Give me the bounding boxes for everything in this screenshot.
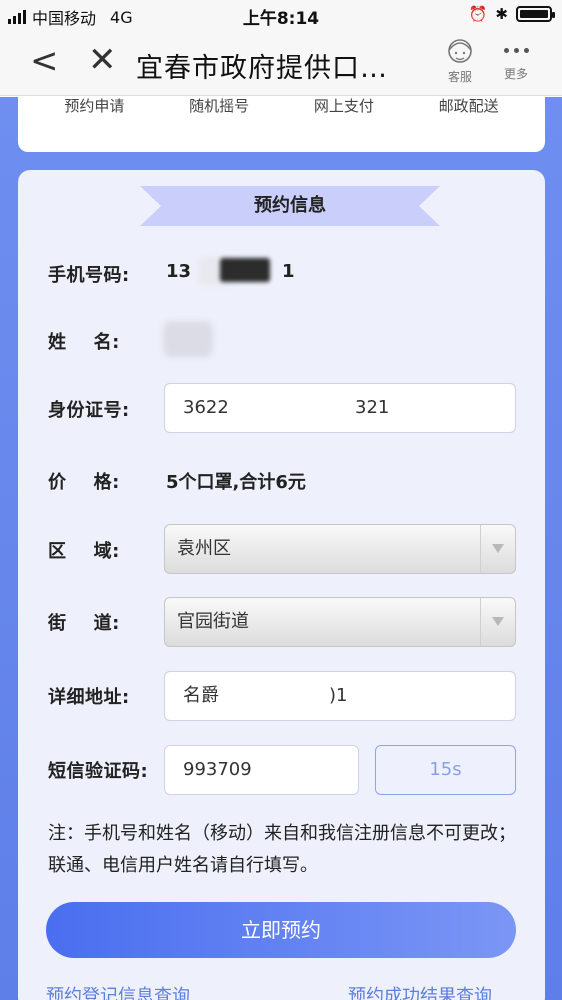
id-number-label: 身份证号: xyxy=(48,400,130,421)
customer-service-button[interactable]: 客服 xyxy=(440,36,480,85)
redaction-mark xyxy=(220,258,270,282)
resend-countdown-button[interactable]: 15s xyxy=(375,745,516,795)
steps-row: 预约申请 随机摇号 网上支付 邮政配送 xyxy=(18,95,545,116)
nav-bar: < ✕ 宜春市政府提供口… 客服 更多 xyxy=(0,30,562,96)
close-icon[interactable]: ✕ xyxy=(88,43,117,77)
step-payment: 网上支付 xyxy=(313,97,374,115)
section-title: 预约信息 xyxy=(140,186,440,226)
select-divider xyxy=(480,598,481,646)
submit-reservation-button[interactable]: 立即预约 xyxy=(46,902,516,958)
street-value: 官园街道 xyxy=(177,611,249,632)
phone-value-start: 13 xyxy=(166,261,192,282)
chevron-down-icon xyxy=(492,544,504,553)
query-result-link[interactable]: 预约成功结果查询 xyxy=(348,982,492,1000)
steps-card: 预约申请 随机摇号 网上支付 邮政配送 xyxy=(18,97,545,152)
more-label: 更多 xyxy=(503,67,528,81)
phone-value-end: 1 xyxy=(282,261,295,282)
chevron-down-icon xyxy=(492,617,504,626)
status-bar: 中国移动 4G 上午8:14 ⏰ ✱ xyxy=(0,0,562,30)
street-label: 街 道: xyxy=(48,613,120,634)
address-start: 名爵 xyxy=(183,685,219,706)
select-divider xyxy=(480,525,481,573)
id-number-end: 321 xyxy=(355,397,390,418)
reservation-form-card: 预约信息 手机号码: 13 1 姓 名: 身份证号: 3622 321 价 格:… xyxy=(18,170,545,1000)
phone-label: 手机号码: xyxy=(48,265,130,286)
name-redaction xyxy=(163,321,213,357)
sms-code-label: 短信验证码: xyxy=(48,761,149,782)
price-value: 5个口罩,合计6元 xyxy=(166,472,306,493)
address-input[interactable]: 名爵 )1 xyxy=(164,671,516,721)
district-select[interactable]: 袁州区 xyxy=(164,524,516,574)
battery-icon xyxy=(516,6,555,22)
bluetooth-icon: ✱ xyxy=(495,5,508,23)
price-label: 价 格: xyxy=(48,472,120,493)
address-label: 详细地址: xyxy=(48,687,130,708)
address-end: )1 xyxy=(329,685,348,706)
back-icon[interactable]: < xyxy=(30,44,59,78)
id-number-start: 3622 xyxy=(183,397,229,418)
id-number-input[interactable]: 3622 321 xyxy=(164,383,516,433)
district-value: 袁州区 xyxy=(177,538,231,559)
district-label: 区 域: xyxy=(48,541,120,562)
customer-service-icon xyxy=(448,39,472,63)
status-right: ⏰ ✱ xyxy=(468,5,555,23)
step-delivery: 邮政配送 xyxy=(438,97,499,115)
query-registration-link[interactable]: 预约登记信息查询 xyxy=(46,982,190,1000)
street-select[interactable]: 官园街道 xyxy=(164,597,516,647)
sms-code-input[interactable]: 993709 xyxy=(164,745,359,795)
more-button[interactable]: 更多 xyxy=(496,36,536,82)
note-text: 注：手机号和姓名（移动）来自和我信注册信息不可更改；联通、电信用户姓名请自行填写… xyxy=(48,823,516,876)
phone-value: 13 1 xyxy=(166,261,295,282)
customer-service-label: 客服 xyxy=(447,70,472,84)
step-lottery: 随机摇号 xyxy=(189,97,250,115)
name-label: 姓 名: xyxy=(48,332,120,353)
page-title: 宜春市政府提供口… xyxy=(136,53,388,84)
alarm-icon: ⏰ xyxy=(468,5,488,23)
step-apply: 预约申请 xyxy=(64,97,125,115)
more-icon xyxy=(496,48,536,56)
